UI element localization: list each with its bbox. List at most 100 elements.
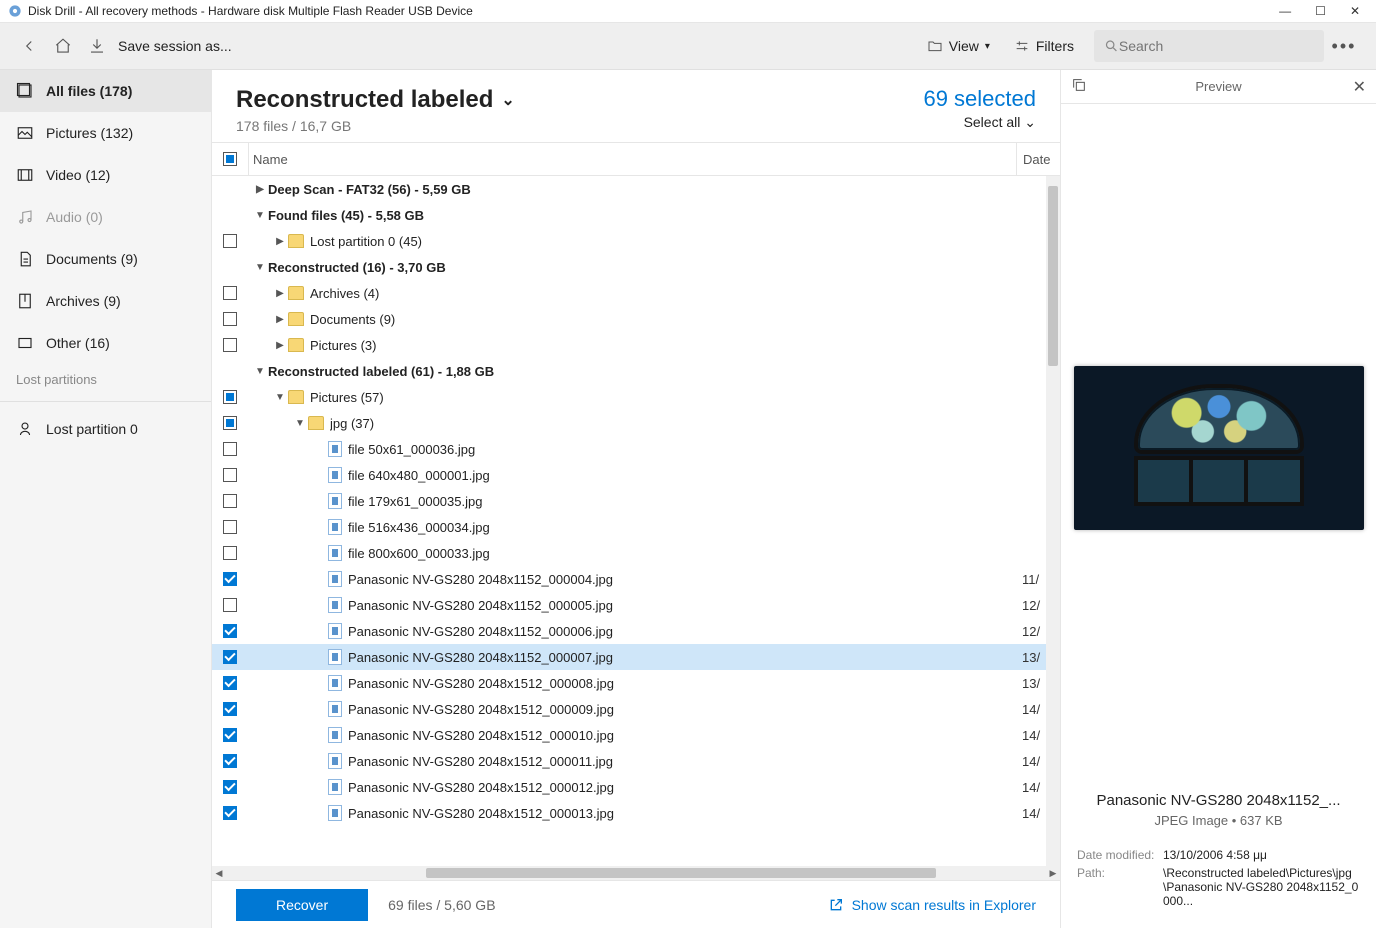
row-checkbox[interactable] — [223, 676, 237, 690]
column-date[interactable]: Date — [1016, 143, 1060, 175]
sidebar-item[interactable]: Audio (0) — [0, 196, 211, 238]
row-label: Documents (9) — [310, 312, 1016, 327]
recover-button[interactable]: Recover — [236, 889, 368, 921]
sidebar-item[interactable]: Lost partition 0 — [0, 408, 211, 450]
show-in-explorer-link[interactable]: Show scan results in Explorer — [828, 897, 1036, 913]
close-button[interactable]: ✕ — [1350, 4, 1360, 18]
row-checkbox[interactable] — [223, 780, 237, 794]
image-file-icon — [328, 519, 342, 535]
row-checkbox[interactable] — [223, 650, 237, 664]
tree-file[interactable]: Panasonic NV-GS280 2048x1512_000010.jpg1… — [212, 722, 1060, 748]
expander-icon[interactable]: ▼ — [252, 366, 268, 377]
filters-button[interactable]: Filters — [1002, 29, 1086, 63]
sidebar-item[interactable]: Documents (9) — [0, 238, 211, 280]
folder-icon — [308, 416, 324, 430]
image-file-icon — [328, 675, 342, 691]
row-checkbox[interactable] — [223, 416, 237, 430]
tree-folder[interactable]: ▼jpg (37) — [212, 410, 1060, 436]
tree-file[interactable]: file 179x61_000035.jpg — [212, 488, 1060, 514]
search-box[interactable] — [1094, 30, 1324, 62]
column-name[interactable]: Name — [248, 143, 1016, 175]
row-checkbox[interactable] — [223, 286, 237, 300]
row-checkbox[interactable] — [223, 702, 237, 716]
expander-icon[interactable]: ▶ — [272, 288, 288, 299]
expander-icon[interactable]: ▶ — [272, 340, 288, 351]
row-checkbox[interactable] — [223, 598, 237, 612]
tree-folder[interactable]: ▶Archives (4) — [212, 280, 1060, 306]
sidebar-section-label: Lost partitions — [0, 364, 211, 395]
vertical-scrollbar[interactable] — [1046, 176, 1060, 866]
row-checkbox[interactable] — [223, 390, 237, 404]
view-subtitle: 178 files / 16,7 GB — [236, 118, 923, 134]
column-header: Name Date — [212, 142, 1060, 176]
expander-icon[interactable]: ▼ — [252, 210, 268, 221]
image-file-icon — [328, 779, 342, 795]
sidebar-item[interactable]: Pictures (132) — [0, 112, 211, 154]
expander-icon[interactable]: ▶ — [272, 236, 288, 247]
row-checkbox[interactable] — [223, 468, 237, 482]
select-all-button[interactable]: Select all ⌄ — [923, 114, 1036, 131]
row-checkbox[interactable] — [223, 494, 237, 508]
download-icon[interactable] — [80, 29, 114, 63]
horizontal-scrollbar[interactable]: ◀▶ — [212, 866, 1060, 880]
expander-icon[interactable]: ▼ — [252, 262, 268, 273]
row-checkbox[interactable] — [223, 442, 237, 456]
view-dropdown[interactable]: View ▾ — [915, 29, 1002, 63]
tree-folder[interactable]: ▶ Documents (9) — [212, 306, 1060, 332]
tree-file[interactable]: Panasonic NV-GS280 2048x1512_000008.jpg1… — [212, 670, 1060, 696]
tree-file[interactable]: file 516x436_000034.jpg — [212, 514, 1060, 540]
tree-file[interactable]: Panasonic NV-GS280 2048x1512_000009.jpg1… — [212, 696, 1060, 722]
tree-group[interactable]: ▶Deep Scan - FAT32 (56) - 5,59 GB — [212, 176, 1060, 202]
sidebar-item[interactable]: Other (16) — [0, 322, 211, 364]
back-button[interactable] — [12, 29, 46, 63]
expander-icon[interactable]: ▼ — [272, 392, 288, 403]
tree-file[interactable]: file 800x600_000033.jpg — [212, 540, 1060, 566]
footer: Recover 69 files / 5,60 GB Show scan res… — [212, 880, 1060, 928]
tree-file[interactable]: Panasonic NV-GS280 2048x1512_000013.jpg1… — [212, 800, 1060, 826]
tree-file[interactable]: Panasonic NV-GS280 2048x1152_000005.jpg1… — [212, 592, 1060, 618]
home-button[interactable] — [46, 29, 80, 63]
expander-icon[interactable]: ▼ — [292, 418, 308, 429]
tree-file[interactable]: Panasonic NV-GS280 2048x1152_000004.jpg1… — [212, 566, 1060, 592]
tree-folder[interactable]: ▼Pictures (57) — [212, 384, 1060, 410]
expander-icon[interactable]: ▶ — [252, 184, 268, 195]
tree-group[interactable]: ▼Reconstructed labeled (61) - 1,88 GB — [212, 358, 1060, 384]
row-checkbox[interactable] — [223, 624, 237, 638]
minimize-button[interactable]: — — [1279, 4, 1291, 18]
tree-group[interactable]: ▼Reconstructed (16) - 3,70 GB — [212, 254, 1060, 280]
row-label: Found files (45) - 5,58 GB — [268, 208, 1016, 223]
row-checkbox[interactable] — [223, 312, 237, 326]
row-checkbox[interactable] — [223, 754, 237, 768]
sidebar-item[interactable]: All files (178) — [0, 70, 211, 112]
row-checkbox[interactable] — [223, 728, 237, 742]
tree-file[interactable]: file 50x61_000036.jpg — [212, 436, 1060, 462]
image-file-icon — [328, 727, 342, 743]
row-checkbox[interactable] — [223, 234, 237, 248]
tree-group[interactable]: ▼Found files (45) - 5,58 GB — [212, 202, 1060, 228]
close-preview-button[interactable]: ✕ — [1353, 77, 1366, 97]
save-session-button[interactable]: Save session as... — [118, 38, 232, 54]
row-checkbox[interactable] — [223, 572, 237, 586]
copy-icon[interactable] — [1071, 77, 1087, 96]
row-checkbox[interactable] — [223, 338, 237, 352]
tree-file[interactable]: Panasonic NV-GS280 2048x1512_000011.jpg1… — [212, 748, 1060, 774]
selected-count: 69 selected — [923, 86, 1036, 112]
select-all-checkbox[interactable] — [223, 152, 237, 166]
tree-file[interactable]: Panasonic NV-GS280 2048x1512_000012.jpg1… — [212, 774, 1060, 800]
row-checkbox[interactable] — [223, 520, 237, 534]
view-title[interactable]: Reconstructed labeled ⌄ — [236, 86, 923, 114]
expander-icon[interactable]: ▶ — [272, 314, 288, 325]
row-checkbox[interactable] — [223, 806, 237, 820]
tree-file[interactable]: Panasonic NV-GS280 2048x1152_000006.jpg1… — [212, 618, 1060, 644]
sidebar-item[interactable]: Video (12) — [0, 154, 211, 196]
sidebar-item[interactable]: Archives (9) — [0, 280, 211, 322]
tree-file[interactable]: Panasonic NV-GS280 2048x1152_000007.jpg1… — [212, 644, 1060, 670]
search-input[interactable] — [1119, 38, 1314, 54]
maximize-button[interactable]: ☐ — [1315, 4, 1326, 18]
more-button[interactable]: ••• — [1324, 36, 1364, 57]
tree-file[interactable]: file 640x480_000001.jpg — [212, 462, 1060, 488]
image-file-icon — [328, 701, 342, 717]
tree-folder[interactable]: ▶Pictures (3) — [212, 332, 1060, 358]
row-checkbox[interactable] — [223, 546, 237, 560]
tree-folder[interactable]: ▶Lost partition 0 (45) — [212, 228, 1060, 254]
